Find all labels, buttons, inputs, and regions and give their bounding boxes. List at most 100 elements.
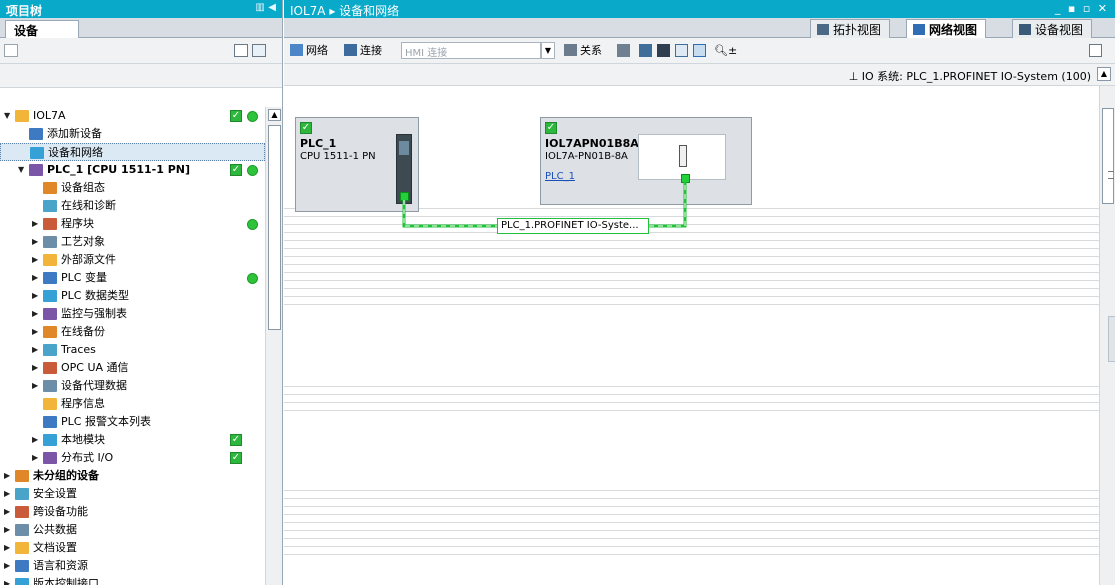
- tab-network-view[interactable]: 网络视图: [906, 19, 987, 38]
- window-controls-icon[interactable]: _ ▪ ▫ ✕: [1055, 2, 1109, 15]
- tree-item[interactable]: ▶ 工艺对象: [0, 233, 265, 251]
- expand-right-icon[interactable]: ▶: [32, 215, 38, 233]
- tree-item[interactable]: ▶ 本地模块 ✓: [0, 431, 265, 449]
- zoom-icon[interactable]: 🔍︎±: [714, 43, 737, 59]
- connection-button[interactable]: 连接: [344, 43, 382, 59]
- tree-node-icon: [29, 128, 43, 140]
- expand-right-icon[interactable]: ▶: [32, 269, 38, 287]
- table-icon[interactable]: [675, 44, 688, 57]
- panel-collapse-icon[interactable]: ▥ ◀: [255, 2, 276, 13]
- network-icon[interactable]: [4, 44, 18, 57]
- expand-right-icon[interactable]: ▶: [32, 341, 38, 359]
- expand-right-icon[interactable]: ▶: [32, 323, 38, 341]
- tree-node-icon: [15, 524, 29, 536]
- io-device-icon[interactable]: [639, 44, 652, 57]
- expand-down-icon[interactable]: ▼: [4, 107, 10, 125]
- tree-item[interactable]: 程序信息: [0, 395, 265, 413]
- network-button[interactable]: 网络: [290, 43, 328, 59]
- tree-item-label: 未分组的设备: [33, 469, 99, 482]
- expand-right-icon[interactable]: ▶: [4, 485, 10, 503]
- tree-item[interactable]: ▼ PLC_1 [CPU 1511-1 PN] ✓: [0, 161, 265, 179]
- edit-icon[interactable]: [252, 44, 266, 57]
- tree-item[interactable]: 设备和网络: [0, 143, 265, 161]
- tree-item[interactable]: ▶ 在线备份: [0, 323, 265, 341]
- tree-item[interactable]: ▶ 程序块: [0, 215, 265, 233]
- expand-right-icon[interactable]: ▶: [32, 251, 38, 269]
- tree-item[interactable]: ▶ PLC 变量: [0, 269, 265, 287]
- tree-item[interactable]: ▶ 未分组的设备: [0, 467, 265, 485]
- tree-node-icon: [43, 218, 57, 230]
- tree-item[interactable]: ▶ PLC 数据类型: [0, 287, 265, 305]
- expand-right-icon[interactable]: ▶: [4, 575, 10, 585]
- expand-right-icon[interactable]: ▶: [32, 287, 38, 305]
- editor-title-bar: IOL7A ▸ 设备和网络 _ ▪ ▫ ✕: [284, 0, 1115, 18]
- io-system-bar: ⊥ IO 系统: PLC_1.PROFINET IO-System (100) …: [284, 64, 1115, 86]
- expand-right-icon[interactable]: ▶: [32, 449, 38, 467]
- panel-icon[interactable]: [1089, 44, 1102, 57]
- overview-icon[interactable]: [234, 44, 248, 57]
- chevron-down-icon[interactable]: ▼: [541, 42, 555, 59]
- tree-item[interactable]: ▶ 语言和资源: [0, 557, 265, 575]
- expand-right-icon[interactable]: ▶: [4, 467, 10, 485]
- tree-item[interactable]: ▶ Traces: [0, 341, 265, 359]
- tree-item[interactable]: ▼ IOL7A ✓: [0, 107, 265, 125]
- module-icon[interactable]: [657, 44, 670, 57]
- tree-node-icon: [43, 308, 57, 320]
- chevron-up-icon[interactable]: ▲: [1097, 67, 1111, 81]
- tree-scrollbar[interactable]: ▲: [265, 107, 282, 585]
- tree-node-icon: [43, 416, 57, 428]
- expand-right-icon[interactable]: ▶: [32, 233, 38, 251]
- tree-item[interactable]: ▶ 分布式 I/O ✓: [0, 449, 265, 467]
- tree-node-icon: [43, 254, 57, 266]
- overview-icon[interactable]: [693, 44, 706, 57]
- expand-right-icon[interactable]: ▶: [32, 359, 38, 377]
- scroll-thumb[interactable]: [1102, 108, 1114, 204]
- tree-node-icon: [29, 164, 43, 176]
- tree-node-icon: [43, 182, 57, 194]
- online-status-icon: [247, 165, 258, 176]
- expand-right-icon[interactable]: ▶: [32, 305, 38, 323]
- expand-right-icon[interactable]: ▶: [32, 431, 38, 449]
- tree-item[interactable]: 设备组态: [0, 179, 265, 197]
- tree-item[interactable]: PLC 报警文本列表: [0, 413, 265, 431]
- tree-item[interactable]: ▶ 文档设置: [0, 539, 265, 557]
- tree-item-label: OPC UA 通信: [61, 361, 129, 374]
- tree-item-label: 工艺对象: [61, 235, 105, 248]
- scroll-thumb[interactable]: [268, 125, 281, 330]
- tree-item-label: 文档设置: [33, 541, 77, 554]
- tree-node-icon: [15, 110, 29, 122]
- tree-item[interactable]: ▶ 安全设置: [0, 485, 265, 503]
- tree-node-icon: [43, 452, 57, 464]
- tree-item[interactable]: ▶ 公共数据: [0, 521, 265, 539]
- tree-item[interactable]: ▶ 跨设备功能: [0, 503, 265, 521]
- expand-right-icon[interactable]: ▶: [4, 503, 10, 521]
- tab-topology-view[interactable]: 拓扑视图: [810, 19, 891, 38]
- network-canvas[interactable]: ✓ PLC_1 CPU 1511-1 PN ✓ IOL7APN01B8A IOL…: [284, 86, 1099, 585]
- tab-devices[interactable]: 设备: [5, 20, 79, 39]
- profinet-network-label[interactable]: PLC_1.PROFINET IO-Syste...: [497, 218, 649, 234]
- tree-item[interactable]: ▶ OPC UA 通信: [0, 359, 265, 377]
- tree-item[interactable]: ▶ 版本控制接口: [0, 575, 265, 585]
- tree-item[interactable]: 在线和诊断: [0, 197, 265, 215]
- relation-button[interactable]: 关系: [564, 43, 602, 59]
- editor-scrollbar[interactable]: [1099, 86, 1115, 585]
- ok-check-icon: ✓: [230, 452, 242, 464]
- tree-item[interactable]: ▶ 设备代理数据: [0, 377, 265, 395]
- tree-item[interactable]: ▶ 监控与强制表: [0, 305, 265, 323]
- expand-right-icon[interactable]: ▶: [4, 539, 10, 557]
- tree-item-label: PLC 数据类型: [61, 289, 129, 302]
- profinet-network-line[interactable]: [284, 86, 1099, 585]
- scroll-up-icon[interactable]: ▲: [268, 109, 281, 121]
- expand-right-icon[interactable]: ▶: [32, 377, 38, 395]
- address-icon[interactable]: [617, 44, 630, 57]
- tree-item[interactable]: ▶ 外部源文件: [0, 251, 265, 269]
- connection-type-select[interactable]: HMI 连接: [401, 42, 541, 59]
- tree-node-icon: [15, 560, 29, 572]
- tree-item[interactable]: 添加新设备: [0, 125, 265, 143]
- side-panel-handle[interactable]: [1108, 316, 1115, 362]
- tab-device-view[interactable]: 设备视图: [1012, 19, 1093, 38]
- expand-down-icon[interactable]: ▼: [18, 161, 24, 179]
- expand-right-icon[interactable]: ▶: [4, 557, 10, 575]
- expand-right-icon[interactable]: ▶: [4, 521, 10, 539]
- tree-item-label: 程序信息: [61, 397, 105, 410]
